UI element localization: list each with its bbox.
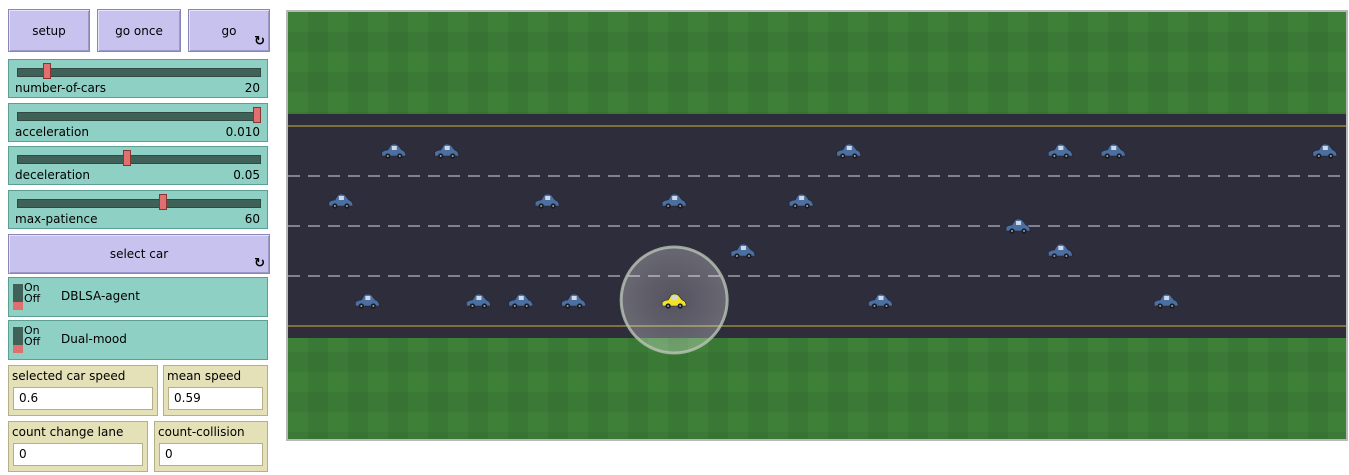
go-once-button[interactable]: go once (97, 9, 181, 52)
switch-off-label: Off (24, 292, 41, 305)
world-view[interactable] (286, 10, 1348, 441)
slider-label: max-patience (15, 212, 98, 226)
setup-button-label: setup (32, 23, 66, 38)
count-change-lane-monitor: count change lane 0 (8, 421, 148, 472)
slider-track[interactable] (17, 112, 261, 121)
go-button[interactable]: go ↻ (188, 9, 270, 52)
grass-top (288, 12, 1346, 114)
slider-thumb[interactable] (42, 63, 51, 79)
slider-thumb[interactable] (253, 107, 261, 123)
slider-value: 0.05 (233, 168, 260, 182)
select-car-button-label: select car (109, 247, 169, 261)
slider-value: 20 (244, 81, 260, 95)
slider-label: number-of-cars (15, 81, 106, 95)
monitor-label: count-collision (158, 425, 245, 439)
max-patience-slider[interactable]: max-patience 60 (8, 190, 268, 229)
switch-on-off-labels: On Off (24, 325, 40, 347)
grass-bottom (288, 338, 1346, 439)
acceleration-slider[interactable]: acceleration 0.010 (8, 103, 268, 142)
forever-arrows-icon: ↻ (254, 256, 265, 271)
world-canvas[interactable] (288, 12, 1346, 439)
slider-track[interactable] (17, 68, 261, 77)
monitor-value: 0.59 (168, 387, 263, 410)
monitor-label: mean speed (167, 369, 242, 383)
dblsa-agent-switch[interactable]: On Off DBLSA-agent (8, 277, 268, 317)
switch-label: DBLSA-agent (61, 289, 140, 303)
switch-toggle[interactable] (13, 284, 23, 310)
selected-car-speed-monitor: selected car speed 0.6 (8, 365, 158, 416)
slider-track[interactable] (17, 155, 261, 164)
slider-thumb[interactable] (158, 194, 167, 210)
switch-knob (13, 345, 23, 353)
slider-track[interactable] (17, 199, 261, 208)
forever-arrows-icon: ↻ (254, 34, 265, 49)
slider-label: acceleration (15, 125, 89, 139)
switch-on-off-labels: On Off (24, 282, 40, 304)
monitor-label: count change lane (12, 425, 124, 439)
select-car-button[interactable]: select car ↻ (8, 234, 270, 274)
slider-value: 60 (244, 212, 260, 226)
switch-off-label: Off (24, 335, 41, 348)
switch-toggle[interactable] (13, 327, 23, 353)
count-collision-monitor: count-collision 0 (154, 421, 268, 472)
mean-speed-monitor: mean speed 0.59 (163, 365, 268, 416)
deceleration-slider[interactable]: deceleration 0.05 (8, 146, 268, 185)
monitor-value: 0.6 (13, 387, 153, 410)
slider-thumb[interactable] (123, 150, 132, 166)
monitor-label: selected car speed (12, 369, 126, 383)
switch-label: Dual-mood (61, 332, 127, 346)
slider-value: 0.010 (225, 125, 260, 139)
monitor-value: 0 (13, 443, 143, 466)
slider-label: deceleration (15, 168, 90, 182)
go-button-label: go (221, 23, 237, 38)
monitor-value: 0 (159, 443, 263, 466)
dual-mood-switch[interactable]: On Off Dual-mood (8, 320, 268, 360)
setup-button[interactable]: setup (8, 9, 90, 52)
number-of-cars-slider[interactable]: number-of-cars 20 (8, 59, 268, 98)
switch-knob (13, 302, 23, 310)
go-once-button-label: go once (115, 23, 163, 38)
